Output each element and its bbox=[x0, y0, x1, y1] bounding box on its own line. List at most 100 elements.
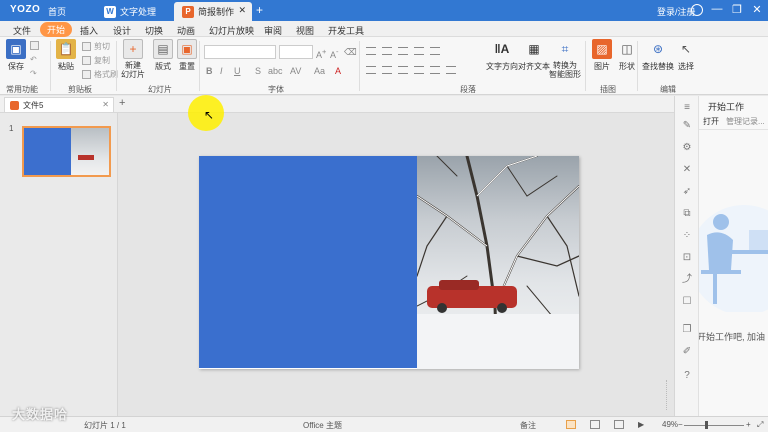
rocket-icon[interactable]: ➶ bbox=[681, 186, 693, 198]
char-spacing-icon[interactable]: AV bbox=[290, 66, 301, 76]
font-color-icon[interactable]: A bbox=[335, 66, 341, 76]
fit-window-icon[interactable]: ⤢ bbox=[757, 420, 763, 430]
underline-button[interactable]: U bbox=[234, 66, 241, 76]
align-right-icon[interactable] bbox=[398, 66, 408, 74]
format-painter-button[interactable]: 格式刷 bbox=[82, 69, 118, 80]
minimize-icon[interactable]: — bbox=[710, 3, 724, 15]
normal-view-icon[interactable] bbox=[566, 420, 576, 429]
columns-icon[interactable] bbox=[446, 66, 456, 74]
shrink-font-icon[interactable]: A- bbox=[330, 47, 339, 60]
case-icon[interactable]: Aa bbox=[314, 66, 325, 76]
binoculars-icon: ⊛ bbox=[652, 42, 664, 56]
shadow-button[interactable]: S bbox=[255, 66, 261, 76]
scroll-nav-buttons[interactable] bbox=[666, 380, 672, 410]
picture-button[interactable]: ▨ 图片 bbox=[592, 39, 612, 72]
sorter-view-icon[interactable] bbox=[590, 420, 600, 429]
menu-animations[interactable]: 动画 bbox=[177, 24, 195, 37]
menu-developer[interactable]: 开发工具 bbox=[328, 24, 364, 37]
save-button[interactable]: ▣ 保存 bbox=[6, 39, 26, 72]
find-replace-button[interactable]: ⊛ 查找替换 bbox=[642, 39, 674, 72]
app-tab-writer[interactable]: W 文字处理 bbox=[96, 2, 172, 21]
line-spacing-icon[interactable] bbox=[430, 47, 440, 55]
select-button[interactable]: ↖ 选择 bbox=[676, 39, 696, 72]
bold-button[interactable]: B bbox=[206, 66, 213, 76]
login-link[interactable]: 登录/注册 bbox=[657, 5, 696, 18]
menu-design[interactable]: 设计 bbox=[113, 24, 131, 37]
note-icon[interactable]: ✐ bbox=[681, 346, 693, 358]
menu-view[interactable]: 视图 bbox=[296, 24, 314, 37]
share-icon[interactable]: ⤴ bbox=[681, 274, 693, 286]
convert-smartart-button[interactable]: ⌗ 转换为 智能图形 bbox=[549, 39, 581, 80]
close-icon[interactable]: ✕ bbox=[238, 5, 246, 16]
menu-insert[interactable]: 插入 bbox=[80, 24, 98, 37]
menu-icon[interactable]: ≡ bbox=[681, 102, 693, 114]
add-tab-icon[interactable]: + bbox=[256, 3, 263, 17]
user-icon[interactable] bbox=[691, 4, 703, 16]
clear-format-icon[interactable]: ⌫ bbox=[344, 47, 357, 58]
close-window-icon[interactable]: ✕ bbox=[750, 3, 764, 16]
zoom-slider-handle[interactable] bbox=[705, 421, 708, 429]
align-center-icon[interactable] bbox=[382, 66, 392, 74]
menu-transitions[interactable]: 切换 bbox=[145, 24, 163, 37]
new-slide-button[interactable]: + 新建 幻灯片 bbox=[121, 39, 145, 79]
app-tab-presentation[interactable]: P 简报制作 ✕ bbox=[174, 2, 252, 21]
menu-home[interactable]: 开始 bbox=[40, 22, 73, 37]
slide-thumbnail[interactable] bbox=[22, 126, 111, 177]
blue-rectangle-shape[interactable] bbox=[199, 156, 417, 368]
menu-review[interactable]: 审阅 bbox=[264, 24, 282, 37]
font-size-input[interactable] bbox=[279, 45, 313, 59]
outdent-icon[interactable] bbox=[398, 47, 408, 55]
reading-view-icon[interactable] bbox=[614, 420, 624, 429]
justify-icon[interactable] bbox=[414, 66, 424, 74]
maximize-icon[interactable]: ❐ bbox=[730, 3, 744, 16]
comment-icon[interactable]: ☐ bbox=[681, 296, 693, 308]
edit-icon[interactable]: ✎ bbox=[681, 120, 693, 132]
strikethrough-icon[interactable]: abc bbox=[268, 66, 283, 76]
slide-canvas[interactable] bbox=[199, 156, 579, 369]
redo-icon[interactable]: ↷ bbox=[30, 69, 37, 78]
slideshow-icon[interactable]: ▶ bbox=[638, 420, 644, 429]
align-left-icon[interactable] bbox=[366, 66, 376, 74]
text-direction-button[interactable]: ‖A 文字方向 bbox=[486, 39, 518, 72]
shape-button[interactable]: ◫ 形状 bbox=[617, 39, 637, 72]
close-icon[interactable]: ✕ bbox=[102, 100, 109, 109]
home-tab[interactable]: 首页 bbox=[48, 5, 66, 18]
new-document-icon[interactable]: + bbox=[119, 97, 125, 109]
font-name-input[interactable] bbox=[204, 45, 276, 59]
help-icon[interactable]: ? bbox=[681, 370, 693, 382]
notes-button[interactable]: 备注 bbox=[520, 420, 536, 431]
zoom-in-icon[interactable]: + bbox=[746, 420, 751, 429]
copy-button[interactable]: 复制 bbox=[82, 55, 110, 66]
clone-icon[interactable]: ⧉ bbox=[681, 208, 693, 220]
crop-icon[interactable]: ⊡ bbox=[681, 252, 693, 264]
apps-icon[interactable]: ⁘ bbox=[681, 230, 693, 242]
menu-slideshow[interactable]: 幻灯片放映 bbox=[209, 24, 254, 37]
align-text-button[interactable]: ▦ 对齐文本 bbox=[518, 39, 550, 72]
grow-font-icon[interactable]: A+ bbox=[316, 47, 326, 60]
thumbnail-car bbox=[78, 155, 94, 160]
layout-button[interactable]: ▤ 版式 bbox=[153, 39, 173, 72]
document-tab[interactable]: 文件5 ✕ bbox=[4, 97, 114, 112]
bullets-icon[interactable] bbox=[366, 47, 376, 55]
crossed-tools-icon[interactable]: ✕ bbox=[681, 164, 693, 176]
manage-records-link[interactable]: 管理记录... bbox=[726, 116, 765, 127]
cut-button[interactable]: 剪切 bbox=[82, 41, 110, 52]
paste-button[interactable]: 📋 粘贴 bbox=[56, 39, 76, 72]
zoom-slider[interactable] bbox=[684, 425, 744, 426]
indent-icon[interactable] bbox=[414, 47, 424, 55]
open-link[interactable]: 打开 bbox=[703, 116, 719, 127]
vertical-scrollbar[interactable] bbox=[666, 115, 672, 411]
numbering-icon[interactable] bbox=[382, 47, 392, 55]
undo-icon[interactable]: ↶ bbox=[30, 55, 37, 64]
snowy-tree-photo[interactable] bbox=[417, 156, 579, 369]
copy-icon[interactable]: ❐ bbox=[681, 324, 693, 336]
reset-button[interactable]: ▣ 重置 bbox=[177, 39, 197, 72]
adjust-icon[interactable]: ⚙ bbox=[681, 142, 693, 154]
menu-file[interactable]: 文件 bbox=[13, 24, 31, 37]
italic-button[interactable]: I bbox=[220, 66, 223, 76]
zoom-out-icon[interactable]: − bbox=[678, 420, 683, 429]
slide-editor[interactable] bbox=[118, 113, 674, 416]
align-text-icon: ▦ bbox=[528, 42, 540, 56]
distribute-icon[interactable] bbox=[430, 66, 440, 74]
print-icon[interactable] bbox=[30, 41, 42, 50]
